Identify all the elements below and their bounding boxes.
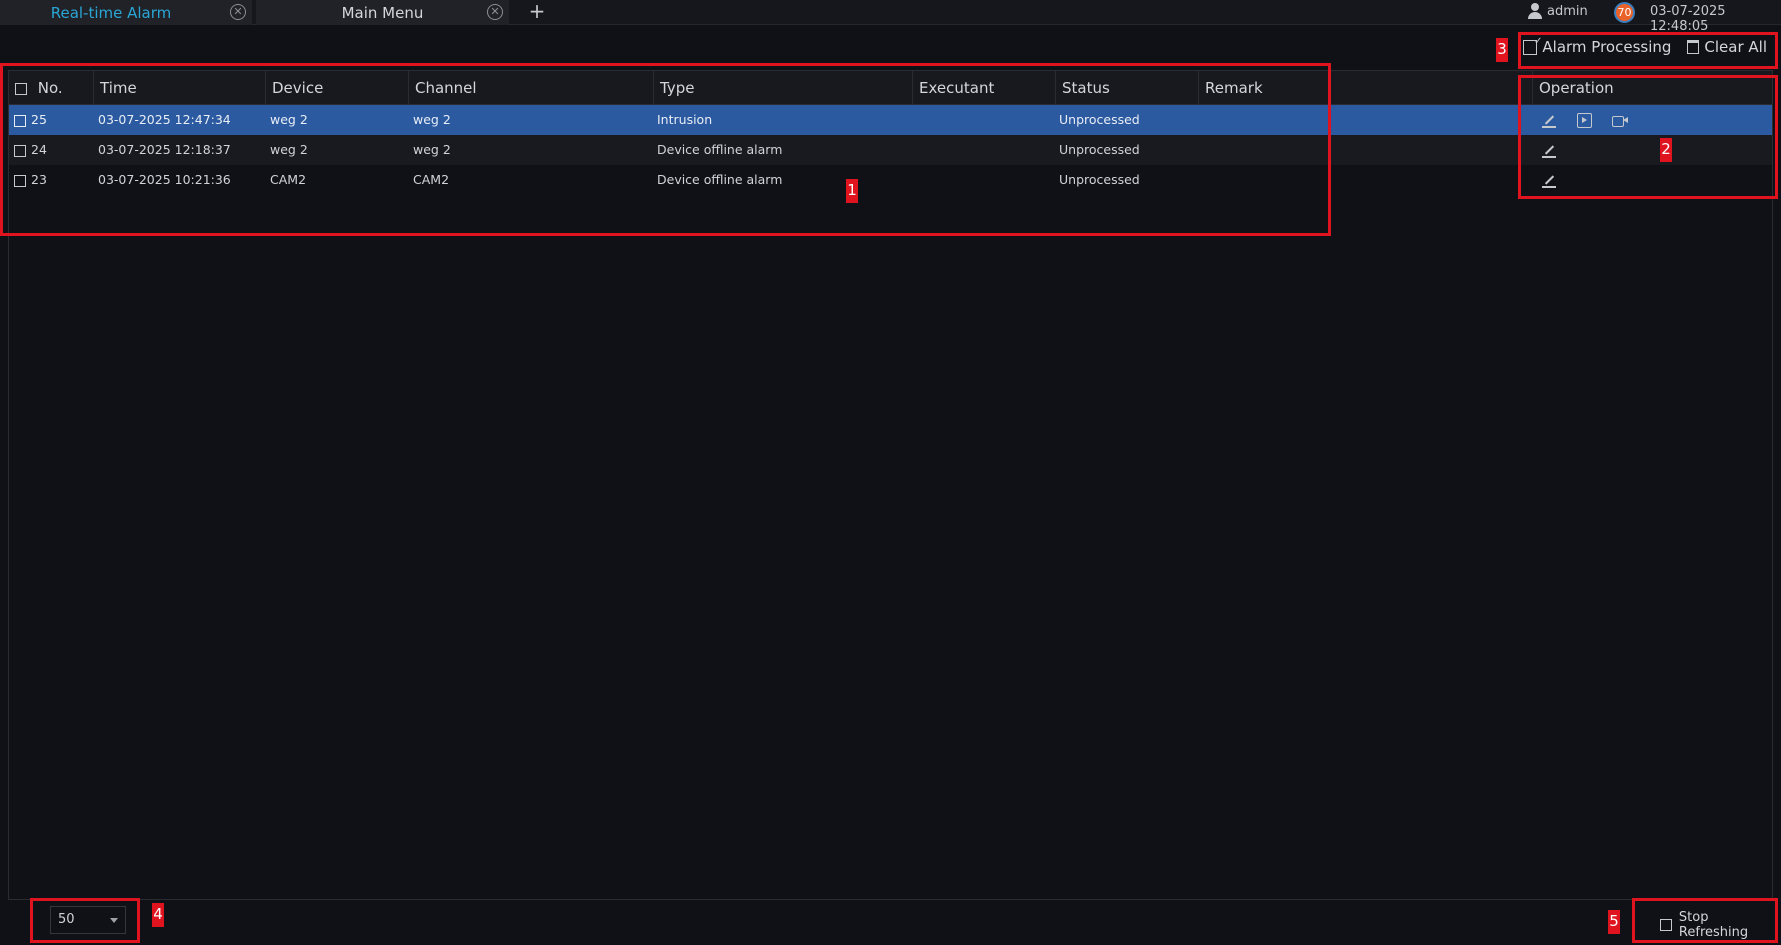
- clear-all-label: Clear All: [1704, 38, 1767, 56]
- annotation-label-4: 4: [152, 903, 164, 927]
- username: admin: [1547, 3, 1588, 19]
- user-icon: [1528, 3, 1542, 19]
- table-header: No. Time Device Channel Type Executant S…: [9, 71, 1772, 105]
- clear-all-button[interactable]: Clear All: [1687, 38, 1767, 56]
- stop-refreshing-label: Stop Refreshing: [1678, 910, 1749, 940]
- close-icon[interactable]: ✕: [487, 4, 503, 20]
- cell-type: Device offline alarm: [657, 172, 783, 187]
- cell-operation: [1542, 105, 1628, 135]
- tab-main-menu[interactable]: Main Menu ✕: [256, 0, 509, 25]
- cell-no: 24: [31, 142, 47, 157]
- cell-no: 23: [31, 172, 47, 187]
- annotation-label-2: 2: [1660, 138, 1672, 162]
- stop-refreshing-toggle[interactable]: Stop Refreshing: [1660, 910, 1781, 940]
- add-tab-button[interactable]: +: [526, 0, 548, 25]
- header-operation: Operation: [1532, 71, 1772, 105]
- cell-device: weg 2: [270, 112, 308, 127]
- header-device[interactable]: Device: [265, 71, 408, 105]
- header-remark[interactable]: Remark: [1198, 71, 1532, 105]
- table-row[interactable]: 23 03-07-2025 10:21:36 CAM2 CAM2 Device …: [9, 165, 1772, 195]
- edit-icon[interactable]: [1542, 173, 1557, 188]
- datetime: 03-07-2025 12:48:05: [1650, 4, 1726, 34]
- edit-icon[interactable]: [1542, 113, 1557, 128]
- cell-operation: [1542, 165, 1557, 195]
- alarm-processing-button[interactable]: Alarm Processing: [1523, 36, 1672, 56]
- cell-operation: [1542, 135, 1557, 165]
- alarm-processing-label: Alarm Processing: [1542, 38, 1672, 56]
- cell-channel: weg 2: [413, 142, 451, 157]
- header-no-label: No.: [37, 79, 63, 97]
- toolbar: Alarm Processing Clear All: [1523, 36, 1767, 56]
- edit-icon[interactable]: [1542, 143, 1557, 158]
- header-time[interactable]: Time: [93, 71, 265, 105]
- header-channel[interactable]: Channel: [408, 71, 653, 105]
- cell-time: 03-07-2025 10:21:36: [98, 172, 231, 187]
- cell-no: 25: [31, 112, 47, 127]
- page-size-value: 50: [58, 912, 75, 927]
- cell-status: Unprocessed: [1059, 112, 1140, 127]
- page-size-select[interactable]: 50: [50, 906, 126, 934]
- stop-refreshing-checkbox[interactable]: [1660, 919, 1672, 931]
- chevron-down-icon: [110, 918, 118, 923]
- close-icon[interactable]: ✕: [230, 4, 246, 20]
- top-bar: Real-time Alarm ✕ Main Menu ✕ + admin 70…: [0, 0, 1781, 34]
- cell-channel: weg 2: [413, 112, 451, 127]
- live-video-icon[interactable]: [1612, 113, 1628, 128]
- row-checkbox[interactable]: [14, 135, 26, 165]
- tab-label: Real-time Alarm: [50, 3, 172, 22]
- row-checkbox[interactable]: [14, 165, 26, 195]
- cell-channel: CAM2: [413, 172, 450, 187]
- cell-status: Unprocessed: [1059, 142, 1140, 157]
- row-checkbox[interactable]: [14, 105, 26, 135]
- alarm-processing-icon: [1523, 36, 1542, 55]
- notification-badge[interactable]: 70: [1614, 2, 1635, 23]
- user-menu[interactable]: admin: [1528, 3, 1588, 19]
- header-executant[interactable]: Executant: [912, 71, 1055, 105]
- cell-type: Intrusion: [657, 112, 713, 127]
- cell-type: Device offline alarm: [657, 142, 783, 157]
- cell-status: Unprocessed: [1059, 172, 1140, 187]
- cell-time: 03-07-2025 12:18:37: [98, 142, 231, 157]
- tab-label: Main Menu: [341, 3, 424, 22]
- cell-device: CAM2: [270, 172, 307, 187]
- cell-device: weg 2: [270, 142, 308, 157]
- cell-time: 03-07-2025 12:47:34: [98, 112, 231, 127]
- trash-icon: [1687, 40, 1700, 54]
- annotation-label-1: 1: [846, 179, 858, 203]
- tab-real-time-alarm[interactable]: Real-time Alarm ✕: [0, 0, 252, 25]
- annotation-label-3: 3: [1496, 38, 1508, 62]
- header-no: No.: [9, 71, 93, 105]
- header-status[interactable]: Status: [1055, 71, 1198, 105]
- table-row[interactable]: 24 03-07-2025 12:18:37 weg 2 weg 2 Devic…: [9, 135, 1772, 165]
- alarm-table: No. Time Device Channel Type Executant S…: [8, 70, 1773, 900]
- select-all-checkbox[interactable]: [15, 82, 27, 95]
- table-row[interactable]: 25 03-07-2025 12:47:34 weg 2 weg 2 Intru…: [9, 105, 1772, 135]
- playback-icon[interactable]: [1577, 112, 1592, 128]
- annotation-label-5: 5: [1608, 910, 1620, 934]
- header-type[interactable]: Type: [653, 71, 912, 105]
